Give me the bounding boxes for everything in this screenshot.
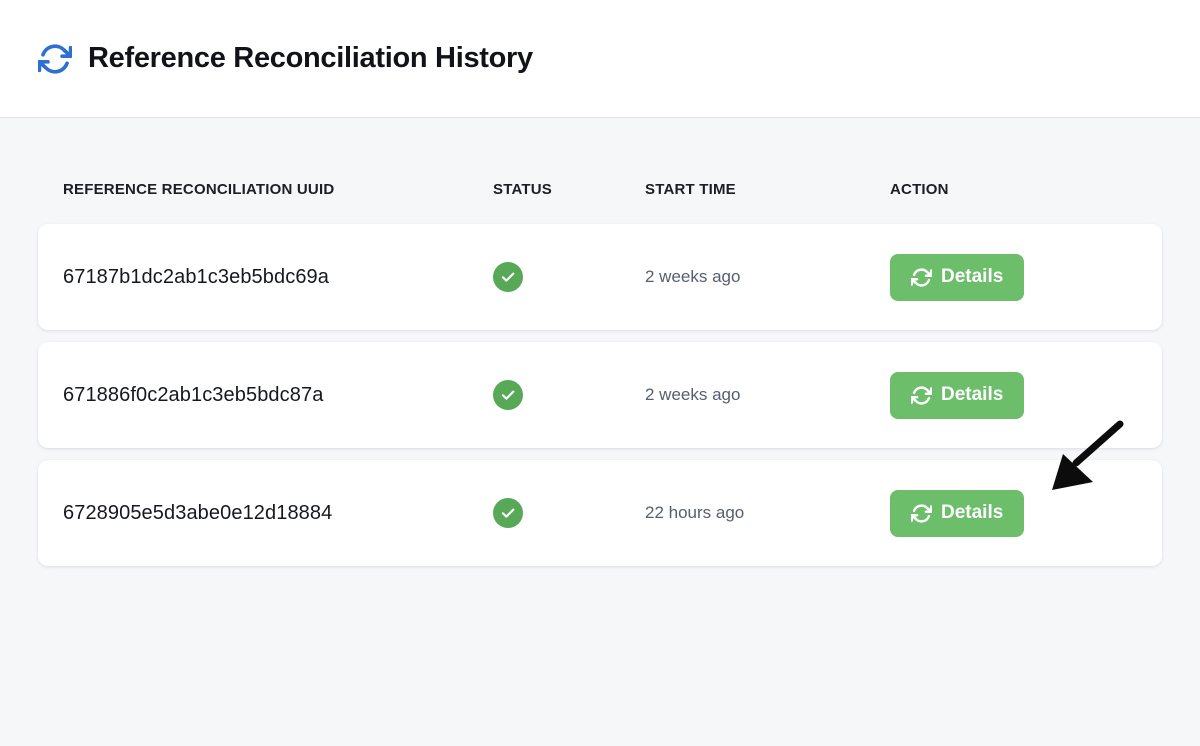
uuid-cell: 671886f0c2ab1c3eb5bdc87a <box>63 384 493 407</box>
check-circle-icon <box>493 380 523 410</box>
topbar: Reference Reconciliation History <box>0 0 1200 118</box>
start-time-cell: 22 hours ago <box>645 503 890 523</box>
start-time-cell: 2 weeks ago <box>645 385 890 405</box>
start-time-cell: 2 weeks ago <box>645 267 890 287</box>
action-cell: Details <box>890 372 1137 419</box>
details-button[interactable]: Details <box>890 254 1024 301</box>
details-button-label: Details <box>941 266 1003 288</box>
status-cell <box>493 498 645 528</box>
action-cell: Details <box>890 254 1137 301</box>
uuid-cell: 6728905e5d3abe0e12d18884 <box>63 502 493 525</box>
page: Reference Reconciliation History REFEREN… <box>0 0 1200 566</box>
details-button-label: Details <box>941 384 1003 406</box>
table-body: 67187b1dc2ab1c3eb5bdc69a 2 weeks ago <box>38 224 1162 566</box>
refresh-icon <box>38 42 72 76</box>
check-circle-icon <box>493 498 523 528</box>
check-circle-icon <box>493 262 523 292</box>
details-button-label: Details <box>941 502 1003 524</box>
refresh-icon <box>911 503 932 524</box>
details-button[interactable]: Details <box>890 372 1024 419</box>
column-header-status: STATUS <box>493 181 645 198</box>
column-header-action: ACTION <box>890 181 1137 198</box>
details-button[interactable]: Details <box>890 490 1024 537</box>
table-row: 671886f0c2ab1c3eb5bdc87a 2 weeks ago <box>38 342 1162 448</box>
table-row: 6728905e5d3abe0e12d18884 22 hours ago <box>38 460 1162 566</box>
refresh-icon <box>911 385 932 406</box>
status-cell <box>493 380 645 410</box>
column-header-start-time: START TIME <box>645 181 890 198</box>
table-header-row: REFERENCE RECONCILIATION UUID STATUS STA… <box>38 181 1162 198</box>
table-row: 67187b1dc2ab1c3eb5bdc69a 2 weeks ago <box>38 224 1162 330</box>
reconciliation-table: REFERENCE RECONCILIATION UUID STATUS STA… <box>0 181 1200 566</box>
uuid-cell: 67187b1dc2ab1c3eb5bdc69a <box>63 266 493 289</box>
action-cell: Details <box>890 490 1137 537</box>
status-cell <box>493 262 645 292</box>
column-header-uuid: REFERENCE RECONCILIATION UUID <box>63 181 493 198</box>
refresh-icon <box>911 267 932 288</box>
page-title: Reference Reconciliation History <box>88 42 533 75</box>
